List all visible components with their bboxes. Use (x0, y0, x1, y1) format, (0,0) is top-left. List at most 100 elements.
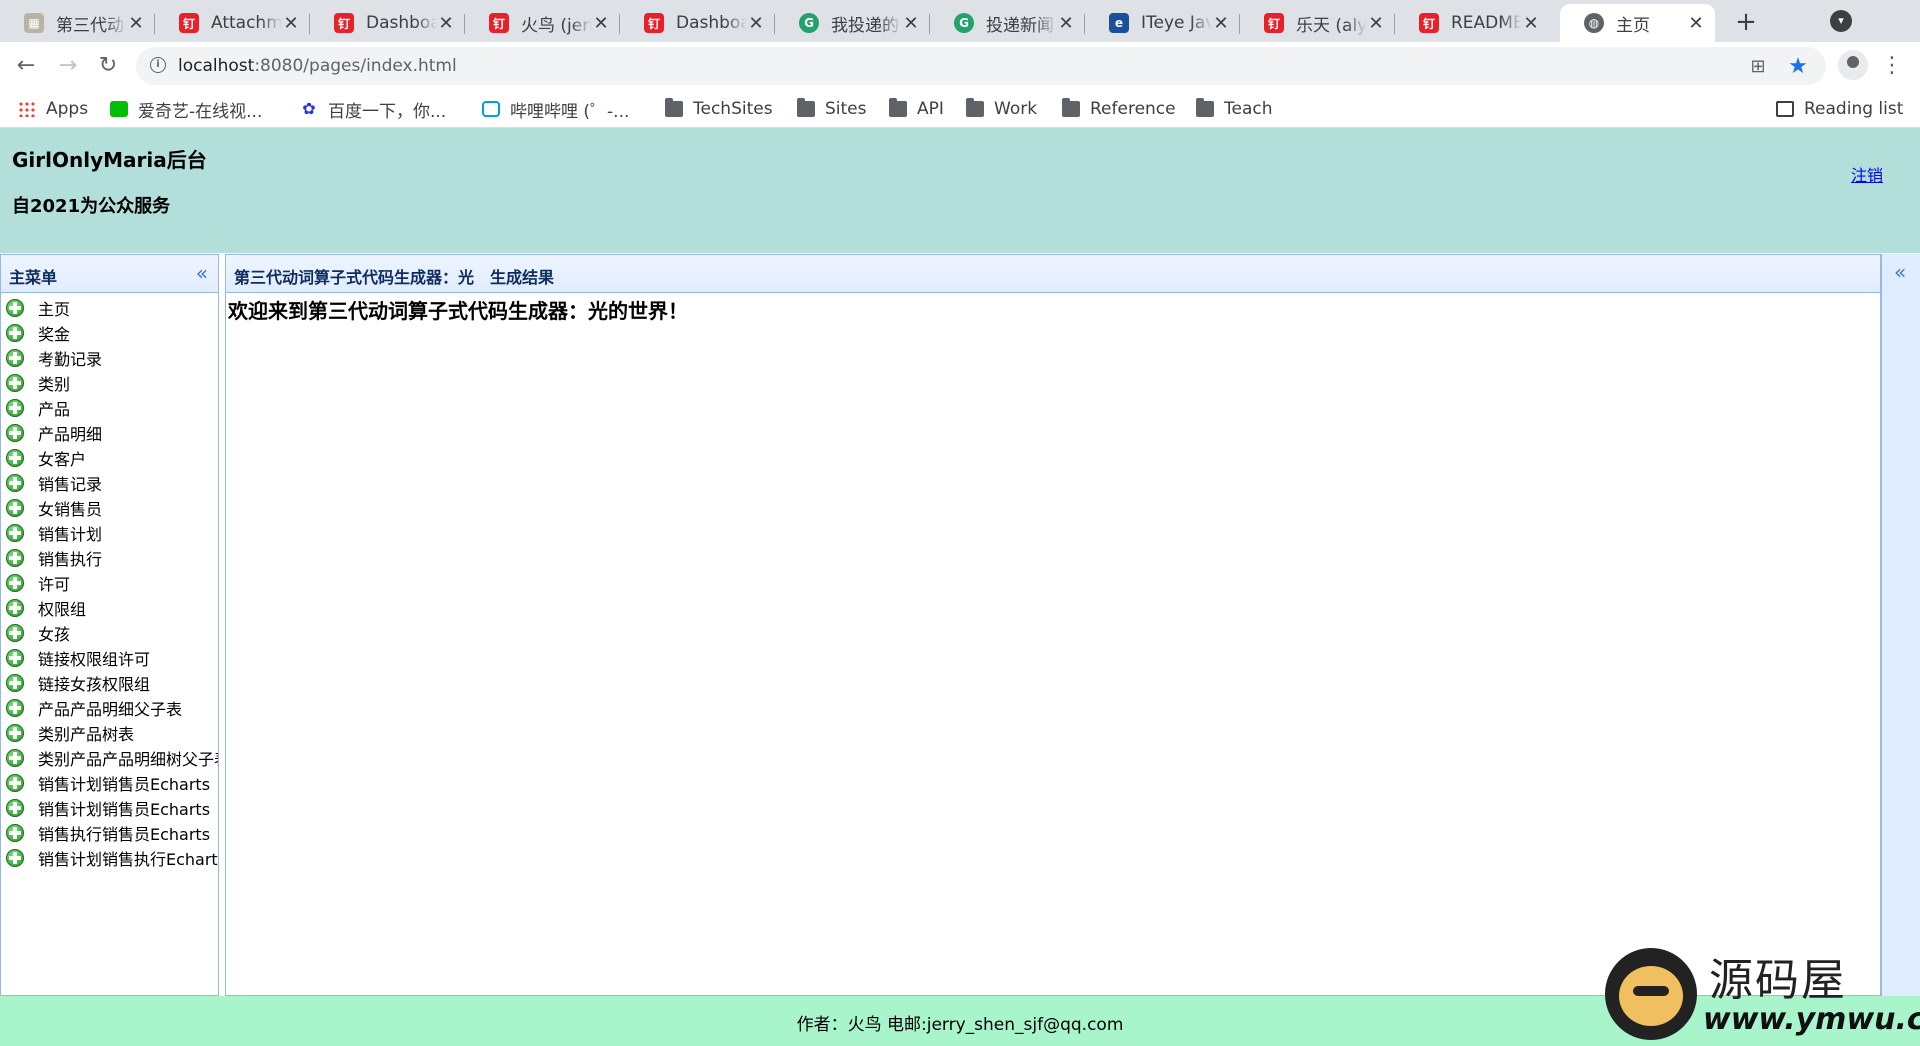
menu-item[interactable]: 销售计划销售员Echarts (1, 770, 218, 795)
menu-item[interactable]: 销售执行 (1, 545, 218, 570)
browser-tab[interactable]: 钉 乐天 (aly ✕ (1240, 4, 1395, 42)
browser-tab[interactable]: 钉 Attachme ✕ (155, 4, 310, 42)
site-info-icon[interactable]: i (150, 57, 166, 73)
reading-list-button[interactable]: Reading list (1776, 90, 1903, 128)
logout-link[interactable]: 注销 (1851, 162, 1883, 186)
address-bar[interactable]: i localhost:8080/pages/index.html ⊞ ★ (136, 47, 1826, 85)
tab-title: README (1451, 13, 1522, 33)
browser-tab[interactable]: 钉 火鸟 (jerr ✕ (465, 4, 620, 42)
close-icon[interactable]: ✕ (1212, 13, 1230, 34)
browser-tab[interactable]: G 我投递的 ✕ (775, 4, 930, 42)
tab-search-icon[interactable]: ▾ (1830, 10, 1852, 32)
translate-icon[interactable]: ⊞ (1746, 55, 1770, 79)
dingtalk-icon: 钉 (1264, 13, 1284, 33)
menu-item-label: 销售计划销售执行Echarts (38, 849, 218, 869)
menu-item[interactable]: 权限组 (1, 595, 218, 620)
close-icon[interactable]: ✕ (127, 13, 145, 34)
close-icon[interactable]: ✕ (592, 13, 610, 34)
plus-icon (6, 448, 24, 467)
close-icon[interactable]: ✕ (1057, 13, 1075, 34)
content-panel-header: 第三代动词算子式代码生成器：光 生成结果 (226, 255, 1880, 293)
menu-item[interactable]: 产品 (1, 395, 218, 420)
close-icon[interactable]: ✕ (282, 13, 300, 34)
menu-item[interactable]: 销售计划销售执行Echarts (1, 845, 218, 870)
menu-item-label: 产品明细 (38, 424, 103, 444)
menu-item[interactable]: 产品产品明细父子表 (1, 695, 218, 720)
plus-icon (6, 348, 24, 367)
menu-item-label: 女销售员 (38, 499, 103, 519)
browser-tab-active[interactable]: ◍ 主页 ✕ (1560, 4, 1715, 42)
menu-item[interactable]: 链接权限组许可 (1, 645, 218, 670)
close-icon[interactable]: ✕ (1367, 13, 1385, 34)
profile-avatar-icon[interactable] (1838, 50, 1868, 80)
bookmark-folder-techsites[interactable]: TechSites (665, 90, 773, 128)
browser-tab[interactable]: 钉 Dashboa ✕ (620, 4, 775, 42)
bookmark-baidu[interactable]: ✿ 百度一下，你... (300, 90, 446, 128)
menu-item[interactable]: 女客户 (1, 445, 218, 470)
plus-icon (6, 848, 24, 867)
forward-icon[interactable]: → (52, 50, 84, 82)
folder-icon (1196, 98, 1214, 117)
menu-item[interactable]: 主页 (1, 295, 218, 320)
menu-item[interactable]: 女销售员 (1, 495, 218, 520)
menu-item[interactable]: 销售执行销售员Echarts (1, 820, 218, 845)
menu-item[interactable]: 销售计划 (1, 520, 218, 545)
menu-item[interactable]: 销售计划销售员Echarts (1, 795, 218, 820)
new-tab-button[interactable]: + (1730, 6, 1762, 38)
browser-tab[interactable]: 钉 README ✕ (1395, 4, 1550, 42)
reading-list-icon (1776, 101, 1794, 117)
collapse-left-icon[interactable]: « (196, 261, 208, 285)
close-icon[interactable]: ✕ (1522, 13, 1540, 34)
menu-item[interactable]: 产品明细 (1, 420, 218, 445)
menu-item-label: 女孩 (38, 624, 71, 644)
page-content: GirlOnlyMaria后台 自2021为公众服务 注销 主菜单 « 主页 奖金… (0, 128, 1920, 1046)
plus-icon (6, 523, 24, 542)
reload-icon[interactable]: ↻ (92, 50, 124, 82)
bookmark-folder-sites[interactable]: Sites (797, 90, 867, 128)
bookmark-apps[interactable]: Apps (18, 90, 88, 128)
plus-icon (6, 673, 24, 692)
close-icon[interactable]: ✕ (1687, 13, 1705, 34)
more-menu-icon[interactable]: ⋮ (1880, 50, 1904, 82)
menu-item[interactable]: 销售记录 (1, 470, 218, 495)
menu-item[interactable]: 奖金 (1, 320, 218, 345)
bookmark-folder-teach[interactable]: Teach (1196, 90, 1273, 128)
bilibili-icon (482, 101, 500, 117)
close-icon[interactable]: ✕ (747, 13, 765, 34)
content-panel: 第三代动词算子式代码生成器：光 生成结果 欢迎来到第三代动词算子式代码生成器：光… (225, 254, 1881, 996)
tab-title: Dashboa (676, 13, 747, 33)
back-icon[interactable]: ← (10, 50, 42, 82)
close-icon[interactable]: ✕ (437, 13, 455, 34)
plus-icon (6, 498, 24, 517)
menu-item[interactable]: 女孩 (1, 620, 218, 645)
bookmark-folder-reference[interactable]: Reference (1062, 90, 1176, 128)
bookmark-bilibili[interactable]: 哔哩哔哩 (゜-... (482, 90, 629, 128)
menu-item[interactable]: 类别产品树表 (1, 720, 218, 745)
menu-item-label: 销售计划销售员Echarts (38, 774, 211, 794)
browser-tab[interactable]: G 投递新闻 ✕ (930, 4, 1085, 42)
browser-tab[interactable]: 钉 Dashboa ✕ (310, 4, 465, 42)
app-subtitle: 自2021为公众服务 (12, 196, 171, 217)
close-icon[interactable]: ✕ (902, 13, 920, 34)
menu-item-label: 产品 (38, 399, 71, 419)
expand-right-icon[interactable]: « (1894, 260, 1906, 284)
menu-item[interactable]: 考勤记录 (1, 345, 218, 370)
url-text[interactable]: localhost:8080/pages/index.html (178, 56, 457, 76)
bookmark-folder-work[interactable]: Work (966, 90, 1037, 128)
gcode-icon: G (954, 13, 974, 33)
menu-item[interactable]: 类别产品产品明细树父子表 (1, 745, 218, 770)
menu-item[interactable]: 许可 (1, 570, 218, 595)
menu-item[interactable]: 链接女孩权限组 (1, 670, 218, 695)
bookmark-folder-api[interactable]: API (889, 90, 944, 128)
plus-icon (6, 398, 24, 417)
plus-icon (6, 648, 24, 667)
browser-tab[interactable]: e ITeye Jav ✕ (1085, 4, 1240, 42)
main-menu-header: 主菜单 « (1, 255, 218, 293)
menu-item[interactable]: 类别 (1, 370, 218, 395)
tab-title: 第三代动 (56, 15, 124, 36)
browser-tab[interactable]: ▦ 第三代动 ✕ (0, 4, 155, 42)
bookmark-star-icon[interactable]: ★ (1786, 55, 1810, 79)
plus-icon (6, 798, 24, 817)
bookmark-iqiyi[interactable]: 爱奇艺-在线视... (110, 90, 262, 128)
folder-icon (797, 98, 815, 117)
